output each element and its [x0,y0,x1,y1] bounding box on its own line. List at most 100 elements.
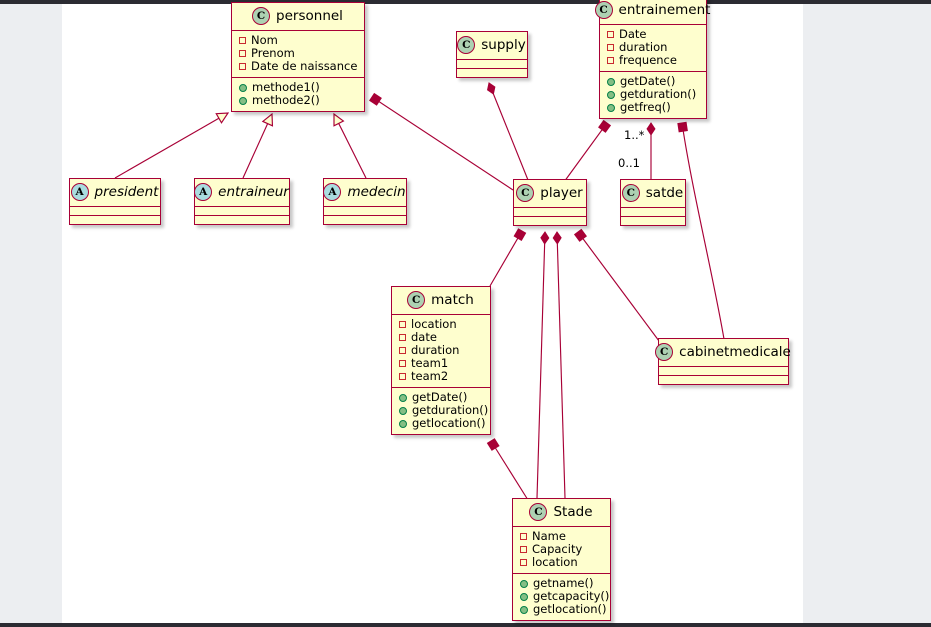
class-header-entraineur: A entraineur [194,179,289,206]
class-title: supply [481,36,526,53]
method-marker-icon [399,406,407,415]
field-marker-icon [399,373,406,380]
attribute-row: team2 [398,370,484,383]
class-node-satde[interactable]: C satde [620,179,686,226]
abstract-badge-icon: A [194,183,213,201]
class-title: player [540,184,583,201]
attribute-row: frequence [606,54,700,67]
method-marker-icon [399,419,407,428]
window-bottom-bar [0,623,931,627]
class-methods-supply [457,69,527,77]
class-attributes-medecin [324,207,406,215]
class-methods-player [514,217,586,225]
class-badge-icon: C [594,1,613,19]
class-title: personnel [276,7,343,24]
page-gutter-left [0,0,62,627]
class-badge-icon: C [516,184,535,202]
class-attributes-president [70,207,160,215]
field-marker-icon [607,57,614,64]
method-marker-icon [239,83,247,92]
class-node-entrainement[interactable]: C entrainement Date duration frequence g… [594,0,710,119]
class-attributes-player [514,208,586,216]
class-node-medecin[interactable]: A medecin [323,178,407,225]
class-attributes-match: location date duration team1 team2 [392,315,490,387]
class-methods-match: getDate() getduration() getlocation() [392,388,490,434]
field-marker-icon [520,546,527,553]
method-label: getlocation() [412,416,486,430]
class-title: president [94,183,159,200]
class-badge-icon: C [252,7,271,25]
class-attributes-satde [621,208,685,216]
field-marker-icon [399,334,406,341]
class-attributes-entraineur [195,207,289,215]
method-row: methode2() [238,94,358,107]
class-badge-icon: C [655,343,674,361]
method-row: getlocation() [519,602,607,616]
method-marker-icon [399,393,407,402]
class-node-entraineur[interactable]: A entraineur [194,178,290,225]
page-gutter-right [803,0,931,627]
class-header-president: A president [70,179,160,206]
field-marker-icon [399,321,406,328]
class-badge-icon: C [621,184,640,202]
attribute-label: frequence [619,53,677,67]
class-node-cabinetmedicale[interactable]: C cabinetmedicale [655,338,791,385]
class-node-player[interactable]: C player [513,179,587,226]
class-methods-stade: getname() getcapacity() getlocation() [513,574,610,620]
window-top-bar [0,0,931,4]
class-node-president[interactable]: A president [69,178,161,225]
class-header-medecin: A medecin [323,179,406,206]
class-badge-icon: C [529,503,548,521]
method-marker-icon [607,90,615,99]
class-title: Stade [553,503,593,520]
class-badge-icon: C [407,291,426,309]
class-methods-entraineur [195,216,289,224]
class-node-personnel[interactable]: C personnel Nom Prenom Date de naissance… [231,2,365,112]
field-marker-icon [520,559,527,566]
class-attributes-stade: Name Capacity location [513,527,610,573]
class-attributes-personnel: Nom Prenom Date de naissance [232,31,364,77]
class-methods-personnel: methode1() methode2() [232,78,364,111]
field-marker-icon [239,63,246,70]
class-attributes-entrainement: Date duration frequence [600,25,706,71]
field-marker-icon [607,44,614,51]
field-marker-icon [239,50,246,57]
field-marker-icon [607,31,614,38]
class-title: entrainement [618,1,711,18]
class-title: satde [645,184,684,201]
attribute-label: location [532,555,578,569]
class-header-cabinetmedicale: C cabinetmedicale [655,339,791,366]
class-title: match [431,291,474,308]
class-header-entrainement: C entrainement [594,0,710,24]
method-row: getfreq() [606,101,700,114]
attribute-row: Date de naissance [238,60,358,73]
method-marker-icon [520,605,528,614]
field-marker-icon [399,347,406,354]
edge-label-one-to-many: 1..* [624,128,645,142]
method-label: getlocation() [533,602,607,616]
class-badge-icon: C [457,36,476,54]
class-attributes-cabinetmedicale [659,367,788,375]
method-row: getlocation() [398,416,486,430]
method-marker-icon [239,96,247,105]
class-node-match[interactable]: C match location date duration team1 tea… [391,286,491,435]
class-attributes-supply [457,60,527,68]
class-title: cabinetmedicale [679,343,791,360]
edge-label-zero-to-one: 0..1 [618,156,640,170]
field-marker-icon [399,360,406,367]
class-node-supply[interactable]: C supply [456,31,528,78]
method-marker-icon [607,77,615,86]
class-title: entraineur [218,183,289,200]
class-methods-satde [621,217,685,225]
class-header-satde: C satde [621,180,685,207]
class-header-stade: C Stade [513,499,610,526]
field-marker-icon [239,37,246,44]
method-label: methode2() [252,93,320,107]
class-methods-president [70,216,160,224]
class-node-stade[interactable]: C Stade Name Capacity location getname()… [512,498,611,621]
class-methods-cabinetmedicale [659,376,788,384]
class-title: medecin [347,183,406,200]
diagram-screen: 1..* 0..1 C personnel Nom Prenom Date de… [0,0,931,627]
class-methods-medecin [324,216,406,224]
class-methods-entrainement: getDate() getduration() getfreq() [600,72,706,118]
